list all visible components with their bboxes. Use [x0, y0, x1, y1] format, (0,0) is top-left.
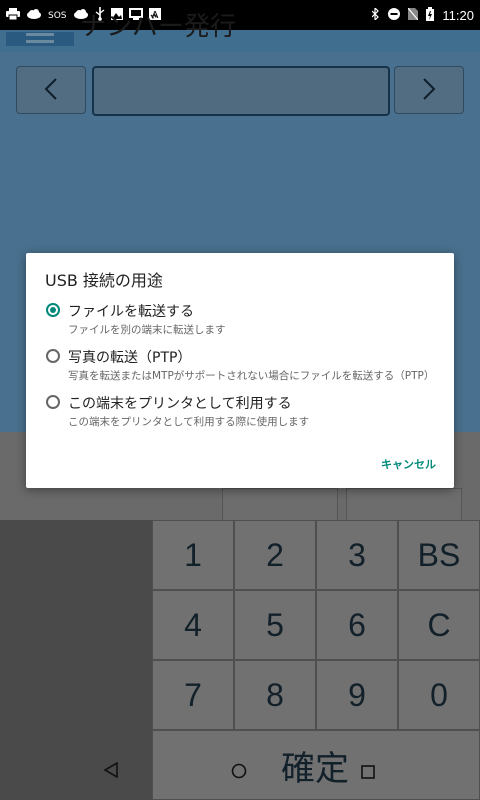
home-icon[interactable] — [231, 763, 247, 783]
back-icon[interactable] — [103, 761, 119, 782]
battery-icon — [426, 7, 435, 24]
recents-icon[interactable] — [361, 764, 375, 783]
bluetooth-icon — [371, 6, 380, 23]
status-bar: SOS A 11:20 — [0, 0, 480, 30]
radio-unselected-icon[interactable] — [46, 395, 60, 409]
option-label: この端末をプリンタとして利用する — [68, 396, 292, 412]
radio-selected-icon[interactable] — [46, 303, 60, 317]
option-description: ファイルを別の端末に転送します — [68, 324, 226, 336]
printer-icon — [6, 8, 20, 23]
cloud-icon — [26, 8, 42, 23]
option-file-transfer[interactable]: ファイルを転送する ファイルを別の端末に転送します — [44, 301, 449, 341]
radio-unselected-icon[interactable] — [46, 349, 60, 363]
option-description: 写真を転送またはMTPがサポートされない場合にファイルを転送する（PTP） — [68, 370, 435, 382]
page-title: ナンバー発行 — [80, 12, 237, 42]
option-photo-transfer[interactable]: 写真の転送（PTP） 写真を転送またはMTPがサポートされない場合にファイルを転… — [44, 347, 449, 387]
cancel-button[interactable]: キャンセル — [381, 456, 436, 472]
no-sim-icon — [407, 7, 419, 23]
option-label: ファイルを転送する — [68, 304, 194, 320]
dialog-title: USB 接続の用途 — [45, 271, 163, 290]
clock: 11:20 — [442, 8, 474, 23]
sos-icon: SOS — [48, 10, 67, 21]
usb-connection-dialog: USB 接続の用途 ファイルを転送する ファイルを別の端末に転送します 写真の転… — [26, 253, 454, 488]
option-printer[interactable]: この端末をプリンタとして利用する この端末をプリンタとして利用する際に使用します — [44, 393, 449, 433]
option-label: 写真の転送（PTP） — [68, 350, 192, 366]
option-description: この端末をプリンタとして利用する際に使用します — [68, 416, 310, 428]
dnd-icon — [388, 8, 401, 23]
